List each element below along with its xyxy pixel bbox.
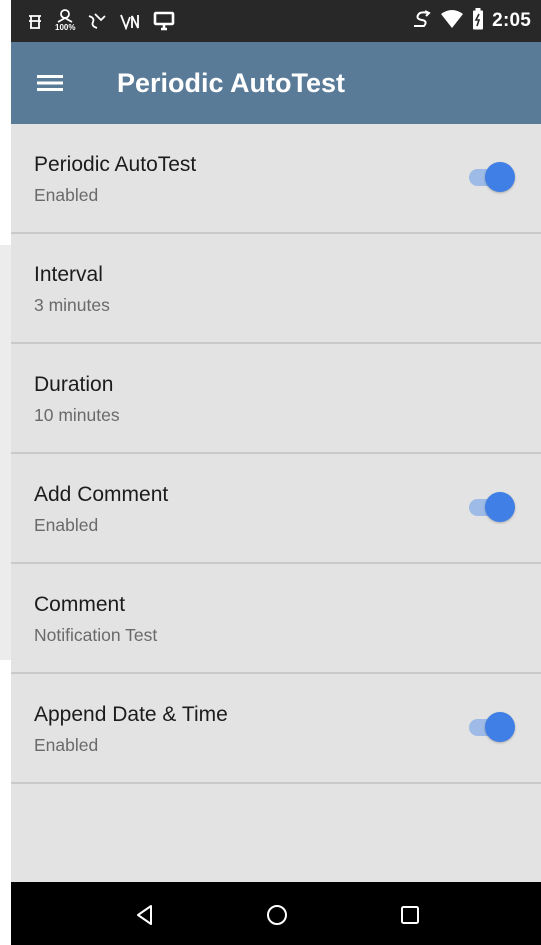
setting-subtitle: Enabled <box>34 735 99 755</box>
toggle-thumb <box>485 162 515 192</box>
home-icon[interactable] <box>264 902 290 928</box>
setting-comment[interactable]: Comment Notification Test <box>11 564 541 674</box>
setting-duration[interactable]: Duration 10 minutes <box>11 344 541 454</box>
setting-title: Interval <box>34 263 103 286</box>
toggle-thumb <box>485 712 515 742</box>
status-bar: 100% 2:05 <box>11 0 541 42</box>
battery-percent-label: 100% <box>55 23 76 32</box>
page-title: Periodic AutoTest <box>117 68 346 98</box>
wifi-icon <box>440 9 464 34</box>
setting-subtitle: Enabled <box>34 515 99 535</box>
settings-list: Periodic AutoTest Enabled Interval 3 min… <box>11 124 541 784</box>
status-time: 2:05 <box>492 10 531 31</box>
setting-subtitle: Enabled <box>34 185 99 205</box>
battery-icon <box>472 7 484 35</box>
add-comment-toggle[interactable] <box>465 492 515 522</box>
status-icons-left: 100% <box>27 9 175 33</box>
network-tool-icon <box>27 12 43 30</box>
hamburger-menu-icon[interactable] <box>37 70 65 96</box>
setting-interval[interactable]: Interval 3 minutes <box>11 234 541 344</box>
setting-title: Add Comment <box>34 483 169 506</box>
phone-screen: 100% 2:05 Periodic AutoTest Periodic Aut… <box>11 0 541 945</box>
status-icons-right: 2:05 <box>410 7 531 35</box>
battery-100-percent-icon: 100% <box>55 9 75 33</box>
recent-apps-icon[interactable] <box>397 902 423 928</box>
setting-title: Periodic AutoTest <box>34 153 197 176</box>
app-bar: Periodic AutoTest <box>11 42 541 124</box>
setting-add-comment[interactable]: Add Comment Enabled <box>11 454 541 564</box>
append-date-time-toggle[interactable] <box>465 712 515 742</box>
setting-periodic-autotest[interactable]: Periodic AutoTest Enabled <box>11 124 541 234</box>
back-icon[interactable] <box>132 902 158 928</box>
desktop-icon <box>153 11 175 31</box>
setting-append-date-time[interactable]: Append Date & Time Enabled <box>11 674 541 784</box>
setting-subtitle: 10 minutes <box>34 405 120 425</box>
signal-tool-icon <box>87 12 107 30</box>
setting-title: Duration <box>34 373 114 396</box>
navigation-bar <box>11 882 541 945</box>
sync-arrow-icon <box>410 9 432 34</box>
periodic-autotest-toggle[interactable] <box>465 162 515 192</box>
voltage-icon <box>119 12 141 30</box>
setting-title: Comment <box>34 593 126 616</box>
setting-title: Append Date & Time <box>34 703 228 726</box>
toggle-thumb <box>485 492 515 522</box>
setting-subtitle: Notification Test <box>34 625 158 645</box>
setting-subtitle: 3 minutes <box>34 295 110 315</box>
